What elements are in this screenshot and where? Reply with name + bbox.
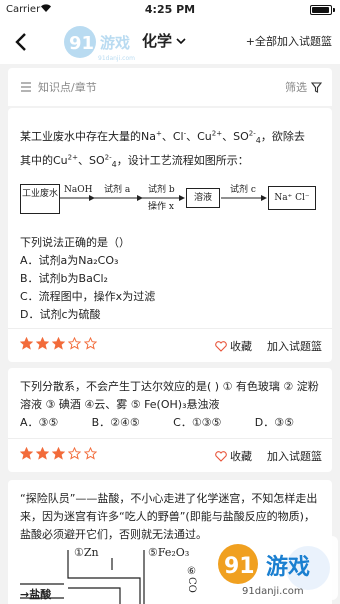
option-b[interactable]: B．②④⑤ <box>92 414 140 432</box>
question-card-footer: 收藏 加入试题篮 <box>8 438 332 472</box>
maze-label-co: ⑥CO <box>186 566 197 593</box>
difficulty-rating <box>20 447 97 460</box>
filter-button[interactable]: 筛选 <box>285 79 322 95</box>
star-filled-icon <box>36 447 49 460</box>
chevron-down-icon <box>176 37 186 44</box>
flow-label-reagent-b: 试剂 b <box>148 185 175 195</box>
star-filled-icon <box>52 447 65 460</box>
navigation-bar: 化学 +全部加入试题篮 <box>0 20 340 64</box>
filter-bar: 知识点/章节 筛选 <box>8 68 332 106</box>
status-bar: Carrier 4:25 PM <box>0 0 340 20</box>
question-stem: 下列分散系，不会产生丁达尔效应的是( ) ① 有色玻璃 ② 淀粉溶液 ③ 碘酒 … <box>20 380 319 411</box>
process-flow-diagram: 工业废水 NaOH 试剂 a 试剂 b 操作 x 溶液 试剂 c Na⁺ Cl⁻ <box>20 178 320 226</box>
watermark-logo-top: 91 游戏 91danji.com <box>60 20 140 64</box>
flow-label-reagent-a: 试剂 a <box>104 185 131 195</box>
flow-label-naoh: NaOH <box>64 185 93 195</box>
filter-label: 筛选 <box>285 81 307 94</box>
star-empty-icon <box>84 447 97 460</box>
difficulty-rating <box>20 337 97 350</box>
flow-label-operation-x: 操作 x <box>148 202 174 212</box>
knowledge-chapter-label: 知识点/章节 <box>38 81 97 94</box>
star-filled-icon <box>20 337 33 350</box>
question-card-footer: 收藏 加入试题篮 <box>8 328 332 362</box>
svg-text:游戏: 游戏 <box>100 34 130 52</box>
svg-text:91: 91 <box>224 554 255 579</box>
chevron-left-icon <box>15 33 26 51</box>
add-to-basket-button[interactable]: 加入试题篮 <box>267 338 322 354</box>
option-b[interactable]: B．试剂b为BaCl₂ <box>20 270 320 288</box>
heart-icon <box>215 340 227 352</box>
maze-diagram: ①Zn ⑤Fe₂O₃ ⑥CO →盐酸 <box>20 546 220 604</box>
status-time: 4:25 PM <box>144 3 196 16</box>
star-empty-icon <box>68 337 81 350</box>
question-card[interactable]: 下列分散系，不会产生丁达尔效应的是( ) ① 有色玻璃 ② 淀粉溶液 ③ 碘酒 … <box>8 368 332 472</box>
heart-icon <box>215 450 227 462</box>
star-filled-icon <box>20 447 33 460</box>
star-filled-icon <box>36 337 49 350</box>
svg-text:91: 91 <box>69 33 94 54</box>
maze-label-fe2o3: ⑤Fe₂O₃ <box>148 546 190 559</box>
flow-box-wastewater: 工业废水 <box>20 184 60 214</box>
option-d[interactable]: D．试剂c为硫酸 <box>20 306 320 324</box>
question-stem-line-1: 某工业废水中存在大量的Na+、Cl-、Cu2+、SO2-4，欲除去 <box>20 129 305 146</box>
options-row: A．③⑤ B．②④⑤ C．①③⑤ D．③⑤ <box>20 414 320 432</box>
subject-title: 化学 <box>142 32 173 50</box>
add-to-basket-button[interactable]: 加入试题篮 <box>267 448 322 464</box>
watermark-logo-bottom: 91 游戏 91danji.com <box>214 536 338 600</box>
battery-icon <box>310 5 335 15</box>
add-all-to-basket-button[interactable]: +全部加入试题篮 <box>246 33 332 49</box>
option-d[interactable]: D．③⑤ <box>255 414 294 432</box>
question-prompt: 下列说法正确的是（） <box>20 236 130 249</box>
list-icon <box>21 82 31 92</box>
maze-label-zn: ①Zn <box>74 546 99 559</box>
watermark-bottom-brand: 游戏 <box>266 554 310 580</box>
flow-box-product: Na⁺ Cl⁻ <box>268 186 316 210</box>
flow-label-reagent-c: 试剂 c <box>230 185 256 195</box>
option-a[interactable]: A．试剂a为Na₂CO₃ <box>20 252 320 270</box>
funnel-icon <box>311 81 322 93</box>
subject-selector[interactable]: 化学 <box>142 30 186 51</box>
star-empty-icon <box>68 447 81 460</box>
flow-box-solution: 溶液 <box>186 188 220 208</box>
option-c[interactable]: C．①③⑤ <box>173 414 221 432</box>
back-button[interactable] <box>8 28 36 56</box>
question-stem-line-2: 其中的Cu2+、SO2-4，设计工艺流程如图所示： <box>20 153 249 170</box>
watermark-top-site: 91danji.com <box>98 55 135 62</box>
question-card[interactable]: 某工业废水中存在大量的Na+、Cl-、Cu2+、SO2-4，欲除去 其中的Cu2… <box>8 108 332 362</box>
star-filled-icon <box>52 337 65 350</box>
favorite-label: 收藏 <box>230 450 252 463</box>
option-c[interactable]: C．流程图中，操作x为过滤 <box>20 288 320 306</box>
watermark-bottom-site: 91danji.com <box>242 586 304 597</box>
option-a[interactable]: A．③⑤ <box>20 414 58 432</box>
favorite-button[interactable]: 收藏 <box>215 338 252 354</box>
favorite-label: 收藏 <box>230 340 252 353</box>
star-empty-icon <box>84 337 97 350</box>
maze-label-hcl: →盐酸 <box>20 588 52 601</box>
favorite-button[interactable]: 收藏 <box>215 448 252 464</box>
knowledge-chapter-selector[interactable]: 知识点/章节 <box>20 79 97 95</box>
